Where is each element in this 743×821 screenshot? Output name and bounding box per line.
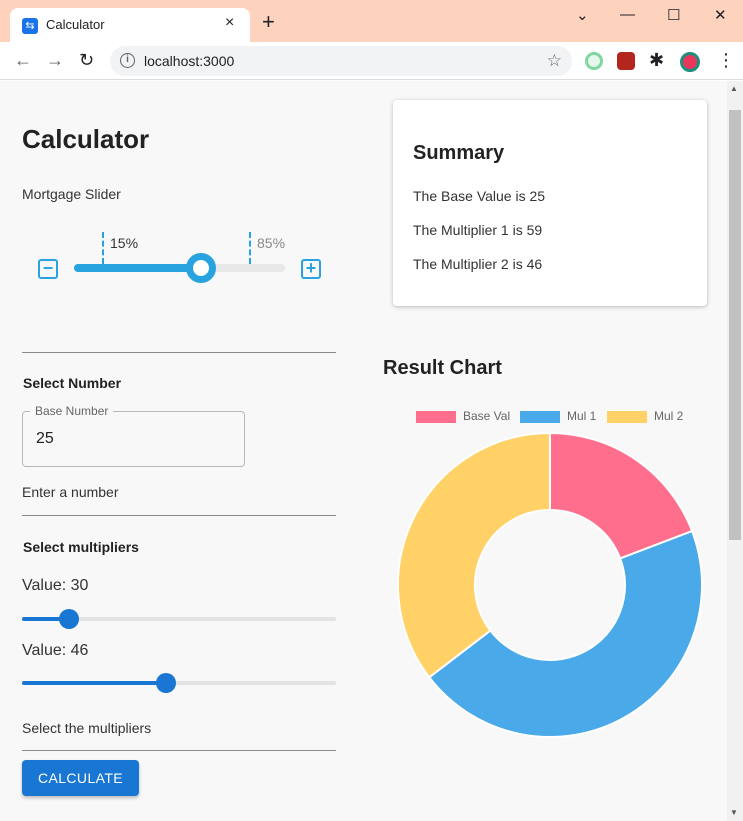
mortgage-slider-fill <box>74 264 201 272</box>
scroll-down-icon[interactable]: ▼ <box>730 808 738 817</box>
extensions-puzzle-icon[interactable]: ✱ <box>649 50 664 71</box>
marker-low-label: 15% <box>110 235 139 251</box>
site-info-icon[interactable]: i <box>120 53 135 68</box>
minimize-button[interactable]: — <box>620 6 635 23</box>
extension-icon-1[interactable] <box>585 52 603 70</box>
multipliers-helper: Select the multipliers <box>22 720 152 736</box>
legend-label-base[interactable]: Base Val <box>463 409 510 423</box>
base-number-value[interactable]: 25 <box>36 430 54 448</box>
browser-tab[interactable]: ⇆ Calculator × <box>10 8 250 42</box>
address-bar[interactable]: i localhost:3000 ☆ <box>110 46 572 76</box>
marker-high-label: 85% <box>257 235 286 251</box>
bookmark-star-icon[interactable]: ☆ <box>547 51 562 71</box>
summary-line-mul2: The Multiplier 2 is 46 <box>413 256 543 272</box>
summary-line-base: The Base Value is 25 <box>413 188 546 204</box>
marker-low <box>102 232 104 264</box>
summary-card: Summary The Base Value is 25 The Multipl… <box>393 100 707 306</box>
marker-high <box>249 232 251 264</box>
mortgage-slider-thumb[interactable] <box>185 253 216 283</box>
tab-search-icon[interactable]: ⌄ <box>576 6 589 24</box>
base-number-field[interactable] <box>22 411 245 467</box>
divider <box>22 750 336 751</box>
mortgage-slider-label: Mortgage Slider <box>22 186 121 202</box>
legend-swatch-base[interactable] <box>416 411 456 423</box>
scrollbar-thumb[interactable] <box>729 110 741 540</box>
base-number-label: Base Number <box>30 404 114 418</box>
calculate-button[interactable]: CALCULATE <box>22 760 139 796</box>
legend-label-mul2[interactable]: Mul 2 <box>654 409 683 423</box>
reload-icon[interactable]: ↻ <box>79 50 94 71</box>
decrement-button[interactable]: − <box>38 259 58 279</box>
donut-slice-mul2[interactable] <box>397 431 551 679</box>
forward-icon[interactable]: → <box>46 50 64 71</box>
profile-avatar[interactable] <box>680 52 700 72</box>
summary-line-mul1: The Multiplier 1 is 59 <box>413 222 543 238</box>
base-number-helper: Enter a number <box>22 484 119 500</box>
summary-title: Summary <box>413 142 505 164</box>
new-tab-button[interactable]: + <box>262 11 275 33</box>
chart-title: Result Chart <box>383 357 502 379</box>
legend-swatch-mul2[interactable] <box>607 411 647 423</box>
tab-favicon-icon: ⇆ <box>22 18 38 34</box>
tab-title: Calculator <box>46 17 105 32</box>
select-multipliers-heading: Select multipliers <box>23 539 139 555</box>
multiplier-2-fill <box>22 681 167 685</box>
browser-toolbar: ← → ↻ i localhost:3000 ☆ ✱ ⋮ <box>0 42 743 80</box>
legend-label-mul1[interactable]: Mul 1 <box>567 409 596 423</box>
divider <box>22 352 336 353</box>
multiplier-1-thumb[interactable] <box>59 609 80 629</box>
back-icon[interactable]: ← <box>14 50 32 71</box>
multiplier-2-value-label: Value: 46 <box>22 642 89 659</box>
select-number-heading: Select Number <box>23 375 122 391</box>
page-title: Calculator <box>22 124 150 154</box>
tab-close-icon[interactable]: × <box>225 14 234 32</box>
extension-icon-2[interactable] <box>617 52 635 70</box>
multiplier-1-value-label: Value: 30 <box>22 577 89 594</box>
increment-button[interactable]: + <box>301 259 321 279</box>
divider <box>22 515 336 516</box>
legend-swatch-mul1[interactable] <box>520 411 560 423</box>
donut-chart[interactable] <box>395 430 705 740</box>
url-text: localhost:3000 <box>144 53 235 69</box>
scroll-up-icon[interactable]: ▲ <box>730 84 738 93</box>
maximize-button[interactable]: ☐ <box>667 6 680 24</box>
menu-kebab-icon[interactable]: ⋮ <box>717 50 735 71</box>
close-window-button[interactable]: ✕ <box>714 6 727 24</box>
